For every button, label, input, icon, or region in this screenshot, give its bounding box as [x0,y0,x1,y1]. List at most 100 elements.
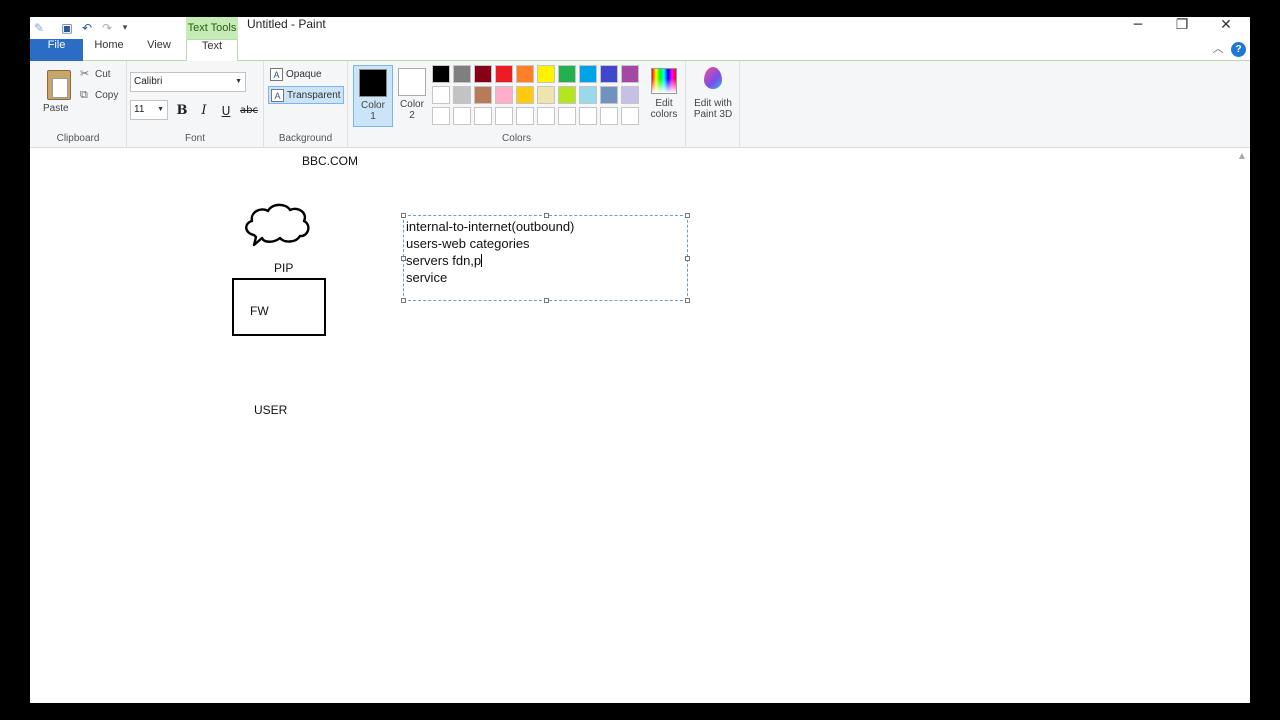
color2-num: 2 [409,110,415,121]
minimize-button[interactable]: ─ [1116,17,1160,39]
color-swatch[interactable] [558,65,576,83]
firewall-box: FW [232,278,326,336]
text-caret [481,254,483,267]
paint-window: ✎ ▣ ↶ ↷ ▾ Text Tools Untitled - Paint ─ … [30,17,1250,703]
resize-handle[interactable] [685,256,690,261]
color1-button[interactable]: Color 1 [353,65,393,127]
color-swatch[interactable] [432,65,450,83]
color-swatch[interactable] [432,107,450,125]
cut-button[interactable]: ✂ Cut [80,67,120,83]
vertical-scrollbar[interactable]: ▲ [1234,149,1250,703]
save-icon[interactable]: ▣ [60,21,74,35]
colors-group-label: Colors [502,133,531,144]
font-size-value: 11 [134,104,145,115]
font-group: Calibri ▼ 11 ▼ B I U abc Font [127,61,264,148]
color-swatch[interactable] [558,86,576,104]
transparent-label: Transparent [287,90,341,101]
color1-num: 1 [370,111,376,122]
color1-swatch [359,69,387,97]
color-swatch[interactable] [495,86,513,104]
background-group: A Opaque A Transparent Background [264,61,348,148]
chevron-down-icon: ▼ [157,106,164,113]
scissors-icon: ✂ [80,67,90,80]
drawing-canvas[interactable]: BBC.COM PIP FW USER internal-to-internet… [30,149,1250,703]
undo-icon[interactable]: ↶ [80,21,94,35]
help-icon[interactable]: ? [1231,42,1246,57]
color-swatch[interactable] [558,107,576,125]
font-family-value: Calibri [134,76,163,87]
strikethrough-button[interactable]: abc [237,101,261,121]
font-family-select[interactable]: Calibri ▼ [130,72,246,92]
restore-button[interactable]: ❐ [1160,17,1204,39]
color-swatch[interactable] [516,86,534,104]
color-swatch[interactable] [537,65,555,83]
canvas-label-pip: PIP [274,261,294,275]
cloud-shape [245,203,310,247]
resize-handle[interactable] [685,213,690,218]
tab-file[interactable]: File [30,39,83,61]
edit-with-paint3d-button[interactable]: Edit with Paint 3D [688,65,738,120]
color-swatch[interactable] [537,107,555,125]
text-line: internal-to-internet(outbound) [406,219,575,234]
italic-button[interactable]: I [195,101,213,121]
text-line: servers fdn,p [406,253,482,268]
color-swatch[interactable] [579,65,597,83]
opaque-label: Opaque [286,69,322,80]
underline-button[interactable]: U [217,101,235,121]
resize-handle[interactable] [544,213,549,218]
color-swatch[interactable] [453,86,471,104]
text-line: users-web categories [406,236,530,251]
tab-text[interactable]: Text [186,39,238,62]
color2-button[interactable]: Color 2 [392,65,432,127]
scroll-up-icon[interactable]: ▲ [1237,151,1247,161]
resize-handle[interactable] [685,298,690,303]
cut-label: Cut [95,69,111,80]
color-swatch[interactable] [600,65,618,83]
color-swatch[interactable] [516,107,534,125]
copy-button[interactable]: ⧉ Copy [80,88,124,104]
resize-handle[interactable] [401,298,406,303]
transparent-button[interactable]: A Transparent [268,86,344,104]
resize-handle[interactable] [544,298,549,303]
clipboard-group-label: Clipboard [56,133,100,144]
color-swatch[interactable] [474,65,492,83]
color2-swatch [398,68,426,96]
color-swatch[interactable] [537,86,555,104]
color-swatch[interactable] [474,107,492,125]
customize-quick-access-icon[interactable]: ▾ [118,21,132,35]
resize-handle[interactable] [401,256,406,261]
color-swatch[interactable] [453,65,471,83]
color1-label: Color [361,100,385,111]
color-swatch[interactable] [600,86,618,104]
color-swatch[interactable] [495,107,513,125]
opaque-button[interactable]: A Opaque [268,66,332,84]
bold-button[interactable]: B [173,101,191,121]
color-swatch[interactable] [495,65,513,83]
color-swatch[interactable] [621,86,639,104]
redo-icon[interactable]: ↷ [100,21,114,35]
tab-home[interactable]: Home [88,39,130,61]
color-swatch[interactable] [453,107,471,125]
collapse-ribbon-icon[interactable]: ︿ [1212,42,1224,56]
color-swatch[interactable] [621,107,639,125]
resize-handle[interactable] [401,213,406,218]
paint3d-label-1: Edit with [694,98,732,109]
close-button[interactable]: ✕ [1204,17,1248,39]
ribbon: Paste ✂ Cut ⧉ Copy Clipboard Calibri ▼ 1… [30,61,1250,148]
text-box[interactable]: internal-to-internet(outbound) users-web… [401,213,690,303]
tab-view[interactable]: View [138,39,180,61]
color-swatch[interactable] [600,107,618,125]
canvas-label-bbc: BBC.COM [302,154,359,168]
font-size-select[interactable]: 11 ▼ [130,100,168,120]
paste-button[interactable]: Paste [34,63,74,117]
font-group-label: Font [184,133,205,144]
edit-colors-button[interactable]: Edit colors [644,65,684,120]
edit-colors-label-1: Edit [655,98,673,109]
color-swatch[interactable] [516,65,534,83]
color-swatch[interactable] [621,65,639,83]
color-swatch[interactable] [432,86,450,104]
color-swatch[interactable] [579,86,597,104]
copy-label: Copy [95,90,119,101]
color-swatch[interactable] [579,107,597,125]
color-swatch[interactable] [474,86,492,104]
